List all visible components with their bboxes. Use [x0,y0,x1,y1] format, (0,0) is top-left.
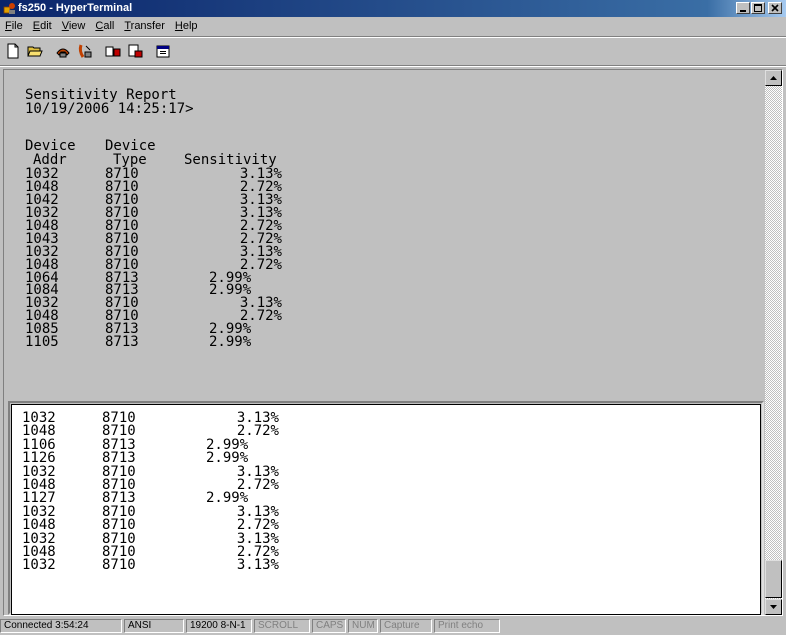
vertical-scrollbar[interactable] [765,70,782,615]
scroll-thumb[interactable] [765,560,782,598]
toolbar-group-call [52,41,96,61]
close-icon [771,4,779,12]
properties-button[interactable] [152,41,174,61]
sensitivity-cell: 2.99% [209,334,252,351]
menu-transfer-label: ransfer [130,20,165,32]
properties-icon [156,45,170,58]
open-icon [27,46,43,57]
receive-button[interactable] [124,41,146,61]
toolbar-group-properties [152,41,174,61]
status-print-echo: Print echo [434,619,500,633]
menu-file[interactable]: File [0,18,28,35]
menu-view[interactable]: View [57,18,91,35]
status-capture: Capture [380,619,432,633]
menu-bar: File Edit View Call Transfer Help [0,18,786,35]
receive-icon [128,44,143,58]
header-addr: Addr [33,152,67,168]
status-bar: Connected 3:54:24 ANSI 19200 8-N-1 SCROL… [0,617,786,635]
new-icon [7,43,19,59]
toolbar-separator-bottom [0,65,786,67]
window-controls [735,2,782,14]
connect-icon [56,48,70,58]
send-button[interactable] [102,41,124,61]
backscroll-rows: 1032 8710 3.13% 1048 8710 2.72% 1106 8713 2.99% 1… [12,411,760,574]
hyperterminal-icon [3,3,15,14]
maximize-icon [754,4,762,12]
menu-edit-label: dit [40,20,52,32]
scroll-down-button[interactable] [765,599,782,615]
menu-view-accel: V [61,20,69,32]
disconnect-button[interactable] [74,41,96,61]
minimize-icon [740,10,746,12]
status-connected: Connected 3:54:24 [0,619,122,633]
arrow-up-icon [770,76,777,80]
menu-view-label: iew [68,20,86,32]
scroll-up-button[interactable] [765,70,782,86]
device-type-cell: 8710 [102,517,136,534]
device-addr-cell: 1032 [22,557,56,574]
status-emulation: ANSI [124,619,184,633]
device-type-cell: 8713 [105,334,139,351]
menu-file-accel: F [5,20,12,32]
arrow-down-icon [770,605,777,609]
device-addr-cell: 1048 [22,517,56,534]
menu-call[interactable]: Call [90,18,119,35]
menu-help-label: elp [182,20,198,32]
menu-help-accel: H [174,20,183,32]
report-rows: 1032 8710 3.13% 1048 8710 2.72% 1042 8710 3.13% 1… [4,167,765,351]
window-title: fs250 - HyperTerminal [18,2,133,14]
toolbar-separator [0,36,786,38]
menu-edit[interactable]: Edit [28,18,57,35]
report-title: Sensitivity Report [25,87,177,103]
table-row: 1032 8710 3.13% [12,557,760,574]
header-sensitivity: Sensitivity [184,152,277,168]
toolbar-group-file [2,41,46,61]
menu-help[interactable]: Help [170,18,203,35]
status-num-lock: NUM [348,619,378,633]
menu-file-label: ile [11,20,23,32]
header-device-addr-line1: Device [25,138,76,154]
device-type-cell: 8710 [102,557,136,574]
minimize-button[interactable] [736,2,750,14]
device-addr-cell: 1105 [25,334,59,351]
terminal-screen[interactable]: Sensitivity Report 10/19/2006 14:25:17> … [4,70,765,403]
close-button[interactable] [768,2,782,14]
open-button[interactable] [24,41,46,61]
table-row: 1105 8713 2.99% [4,334,765,351]
status-scroll-lock: SCROLL [254,619,310,633]
new-button[interactable] [2,41,24,61]
toolbar-group-transfer [102,41,146,61]
sensitivity-cell: 2.99% [206,450,249,467]
maximize-button[interactable] [751,2,765,14]
status-port-settings: 19200 8-N-1 [186,619,252,633]
sensitivity-cell: 2.72% [236,517,279,534]
terminal-backscroll[interactable]: 1032 8710 3.13% 1048 8710 2.72% 1106 8713 2.99% 1… [11,404,761,615]
device-type-cell: 8713 [102,450,136,467]
disconnect-icon [78,44,92,58]
menu-call-label: all [103,20,115,32]
menu-transfer[interactable]: Transfer [119,18,170,35]
title-bar[interactable]: fs250 - HyperTerminal [0,0,786,17]
toolbar [2,39,180,63]
hyperterminal-window: fs250 - HyperTerminal File Edit View Cal… [0,0,786,635]
status-caps-lock: CAPS [312,619,346,633]
sensitivity-cell: 3.13% [236,557,279,574]
report-datetime: 10/19/2006 14:25:17> [25,101,194,117]
header-device-type-line1: Device [105,138,156,154]
header-type: Type [113,152,147,168]
connect-button[interactable] [52,41,74,61]
menu-edit-accel: E [32,20,41,32]
device-addr-cell: 1126 [22,450,56,467]
send-icon [105,46,121,57]
